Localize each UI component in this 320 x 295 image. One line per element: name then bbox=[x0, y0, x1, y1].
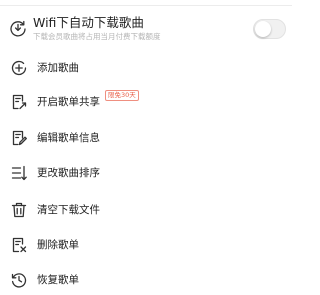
menu-item-label: 恢复歌单 bbox=[37, 274, 79, 286]
top-divider bbox=[0, 5, 292, 6]
menu-item-change-order[interactable]: 更改歌曲排序 bbox=[0, 158, 292, 188]
delete-list-icon bbox=[10, 236, 28, 254]
menu-item-label: 删除歌单 bbox=[37, 239, 79, 251]
trash-icon bbox=[10, 201, 28, 219]
menu-item-share-playlist[interactable]: 开启歌单共享 限免30天 bbox=[0, 87, 292, 117]
menu-item-label: 开启歌单共享 bbox=[37, 96, 100, 108]
share-playlist-icon bbox=[10, 93, 28, 111]
toggle-knob bbox=[255, 21, 271, 37]
menu-item-label: 添加歌曲 bbox=[37, 62, 79, 74]
menu-item-label: 清空下载文件 bbox=[37, 204, 100, 216]
free-trial-badge: 限免30天 bbox=[105, 90, 139, 101]
wifi-download-subtitle: 下载会员歌曲将占用当月付费下载额度 bbox=[33, 32, 161, 41]
edit-document-icon bbox=[10, 129, 28, 147]
menu-item-restore-playlist[interactable]: 恢复歌单 bbox=[0, 265, 292, 295]
menu-item-edit-playlist-info[interactable]: 编辑歌单信息 bbox=[0, 123, 292, 153]
sort-icon bbox=[10, 164, 28, 182]
restore-clock-icon bbox=[10, 271, 28, 289]
add-circle-icon bbox=[10, 59, 28, 77]
menu-item-delete-playlist[interactable]: 删除歌单 bbox=[0, 230, 292, 260]
menu-item-label: 更改歌曲排序 bbox=[37, 167, 100, 179]
menu-item-label: 编辑歌单信息 bbox=[37, 132, 100, 144]
auto-download-icon bbox=[9, 19, 27, 37]
menu-item-add-songs[interactable]: 添加歌曲 bbox=[0, 53, 292, 83]
menu-item-clear-downloads[interactable]: 清空下载文件 bbox=[0, 195, 292, 225]
wifi-download-toggle[interactable] bbox=[253, 19, 286, 39]
wifi-download-title: Wifi下自动下载歌曲 bbox=[33, 15, 144, 30]
